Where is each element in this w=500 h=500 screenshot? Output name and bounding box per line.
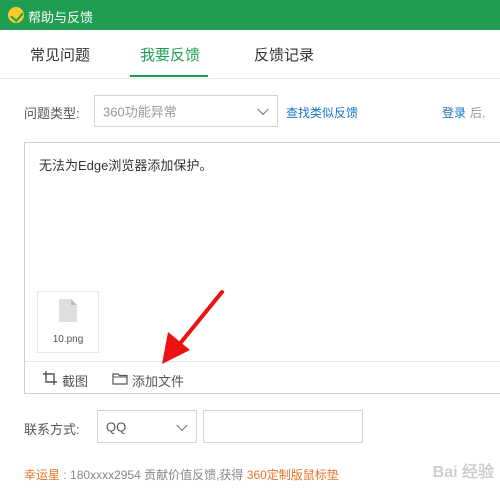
login-link[interactable]: 登录 bbox=[442, 104, 466, 121]
window-title: 帮助与反馈 bbox=[28, 10, 94, 25]
problem-type-select[interactable]: 360功能异常 bbox=[94, 95, 278, 127]
title-bar: 帮助与反馈 bbox=[0, 0, 500, 30]
chevron-down-icon bbox=[257, 103, 269, 116]
attachment-filename: 10.png bbox=[52, 334, 84, 345]
folder-icon bbox=[112, 373, 128, 385]
problem-type-label: 问题类型: bbox=[24, 106, 80, 121]
app-logo-icon bbox=[8, 7, 24, 23]
feedback-text: 无法为Edge浏览器添加保护。 bbox=[39, 158, 213, 173]
prize-link[interactable]: 360定制版鼠标垫 bbox=[247, 468, 339, 482]
file-icon bbox=[59, 299, 77, 322]
crop-icon bbox=[43, 371, 57, 385]
tab-faq[interactable]: 常见问题 bbox=[30, 44, 90, 65]
feedback-textarea[interactable]: 无法为Edge浏览器添加保护。 10.png 截图 添加文件 bbox=[24, 142, 500, 394]
login-hint-text: 后, bbox=[470, 106, 486, 120]
lucky-winner-banner: 幸运星 : 180xxxx2954 贡献价值反馈,获得 360定制版鼠标垫 bbox=[24, 466, 339, 483]
contact-label: 联系方式: bbox=[24, 422, 80, 437]
contact-type-value: QQ bbox=[106, 419, 127, 434]
attachment-toolbar: 截图 添加文件 bbox=[25, 361, 500, 394]
contact-type-select[interactable]: QQ bbox=[97, 410, 197, 443]
screenshot-button[interactable]: 截图 bbox=[62, 371, 88, 390]
winner-message: 180xxxx2954 贡献价值反馈,获得 bbox=[70, 468, 244, 482]
lucky-star-label: 幸运星 bbox=[24, 468, 61, 482]
tab-feedback[interactable]: 我要反馈 bbox=[140, 44, 200, 65]
problem-type-value: 360功能异常 bbox=[103, 104, 177, 120]
active-tab-indicator bbox=[130, 75, 208, 77]
chevron-down-icon bbox=[176, 419, 188, 431]
tab-bar: 常见问题 我要反馈 反馈记录 bbox=[0, 30, 500, 79]
tab-feedback-history[interactable]: 反馈记录 bbox=[254, 44, 314, 65]
separator: : bbox=[63, 468, 67, 482]
watermark: Bai 经验 bbox=[432, 464, 494, 481]
add-file-button[interactable]: 添加文件 bbox=[132, 371, 184, 390]
contact-input[interactable] bbox=[203, 410, 363, 443]
attachment-thumbnail[interactable]: 10.png bbox=[37, 291, 99, 353]
red-arrow-annotation bbox=[162, 290, 224, 364]
find-similar-feedback-link[interactable]: 查找类似反馈 bbox=[286, 104, 358, 121]
